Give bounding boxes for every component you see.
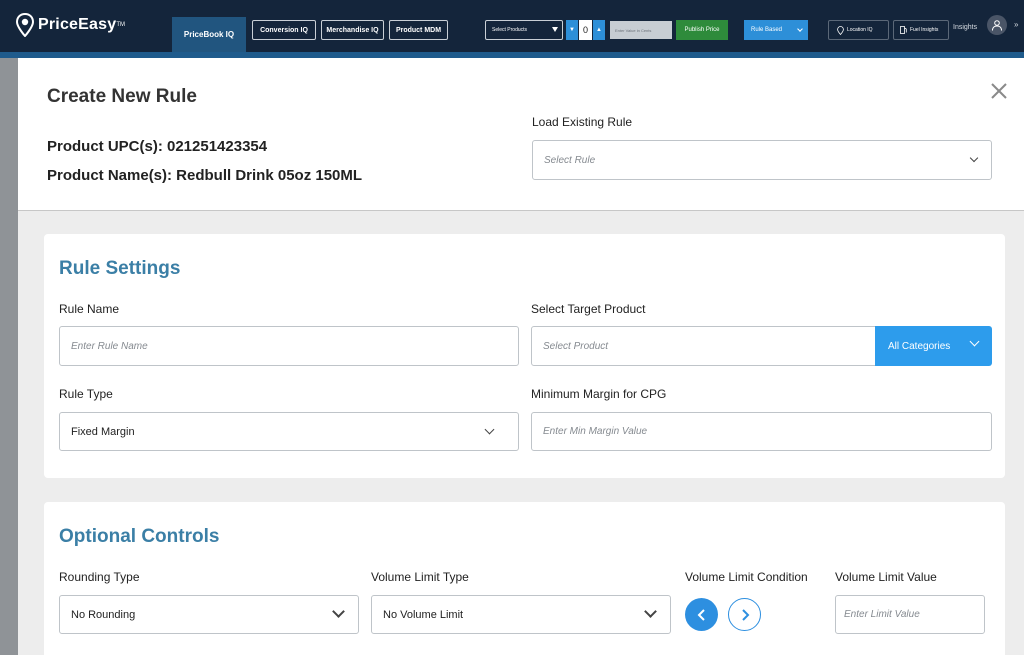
stepper-value[interactable]: 0	[579, 20, 592, 40]
location-pin-icon	[16, 13, 34, 37]
chevron-right-icon	[741, 608, 749, 621]
rule-name-placeholder: Enter Rule Name	[71, 340, 148, 352]
rounding-type-select[interactable]: No Rounding	[59, 595, 359, 634]
stepper-decrement-button[interactable]: ▼	[566, 20, 578, 40]
rule-based-label: Rule Based	[751, 27, 783, 33]
volume-limit-condition-label: Volume Limit Condition	[685, 570, 808, 584]
rule-settings-title: Rule Settings	[59, 258, 181, 279]
chevron-down-icon	[797, 26, 803, 32]
fuel-insights-label: Fuel Insights	[910, 27, 939, 33]
rounding-type-value: No Rounding	[71, 608, 136, 621]
close-icon[interactable]	[990, 82, 1008, 100]
logo-trademark: TM	[116, 22, 125, 28]
rule-settings-card: Rule Settings Rule Name Enter Rule Name …	[44, 234, 1005, 478]
load-existing-rule-placeholder: Select Rule	[544, 154, 596, 166]
target-product-label: Select Target Product	[531, 302, 646, 316]
load-existing-rule-label: Load Existing Rule	[532, 115, 633, 129]
priceeasy-logo[interactable]: PriceEasy TM	[16, 13, 125, 37]
logo-text: PriceEasy	[38, 16, 117, 33]
select-products-dropdown[interactable]: Select Products	[485, 20, 563, 40]
user-avatar[interactable]	[987, 15, 1007, 35]
product-upc-text: Product UPC(s): 021251423354	[47, 138, 268, 155]
all-categories-dropdown[interactable]: All Categories	[875, 326, 992, 366]
volume-limit-type-value: No Volume Limit	[383, 608, 464, 621]
condition-greater-than-button[interactable]	[728, 598, 761, 631]
optional-controls-title: Optional Controls	[59, 526, 220, 547]
chevron-down-icon	[484, 424, 495, 435]
value-cents-input[interactable]: Enter Value in Cents	[610, 21, 672, 39]
rule-name-input[interactable]: Enter Rule Name	[59, 326, 519, 366]
all-categories-label: All Categories	[888, 340, 951, 352]
rule-based-dropdown[interactable]: Rule Based	[744, 20, 808, 40]
volume-limit-type-select[interactable]: No Volume Limit	[371, 595, 671, 634]
chevron-down-icon	[969, 153, 979, 163]
tab-merchandise-iq[interactable]: Merchandise IQ	[321, 20, 384, 40]
tab-pricebook-iq[interactable]: PriceBook IQ	[172, 17, 246, 52]
modal-header: Create New Rule Product UPC(s): 02125142…	[18, 58, 1024, 211]
rule-type-value: Fixed Margin	[71, 425, 135, 438]
tab-conversion-iq[interactable]: Conversion IQ	[252, 20, 316, 40]
publish-price-button[interactable]: Publish Price	[676, 20, 728, 40]
chevron-down-icon	[644, 605, 657, 618]
optional-controls-card: Optional Controls Rounding Type No Round…	[44, 502, 1005, 655]
select-products-label: Select Products	[492, 27, 528, 33]
target-product-input[interactable]: Select Product	[531, 326, 876, 366]
rule-type-select[interactable]: Fixed Margin	[59, 412, 519, 451]
rule-type-label: Rule Type	[59, 387, 113, 401]
volume-limit-value-input[interactable]: Enter Limit Value	[835, 595, 985, 634]
min-margin-input[interactable]: Enter Min Margin Value	[531, 412, 992, 451]
insights-link[interactable]: Insights	[953, 24, 977, 31]
location-pin-icon	[837, 25, 844, 35]
chevron-down-icon	[332, 605, 345, 618]
volume-limit-value-label: Volume Limit Value	[835, 570, 937, 584]
rounding-type-label: Rounding Type	[59, 570, 140, 584]
rule-name-label: Rule Name	[59, 302, 120, 316]
user-icon	[992, 20, 1002, 31]
location-iq-button[interactable]: Location IQ	[828, 20, 889, 40]
tab-product-mdm[interactable]: Product MDM	[389, 20, 448, 40]
caret-down-icon	[552, 27, 558, 32]
target-product-placeholder: Select Product	[543, 340, 609, 352]
chevron-left-icon	[697, 608, 705, 621]
create-rule-modal: Create New Rule Product UPC(s): 02125142…	[18, 58, 1024, 655]
expand-more-icon[interactable]: »	[1014, 20, 1018, 29]
location-iq-label: Location IQ	[847, 27, 873, 33]
volume-limit-type-label: Volume Limit Type	[371, 570, 469, 584]
fuel-insights-button[interactable]: Fuel Insights	[893, 20, 949, 40]
min-margin-placeholder: Enter Min Margin Value	[543, 426, 648, 437]
fuel-pump-icon	[900, 26, 907, 34]
modal-title: Create New Rule	[47, 86, 197, 107]
load-existing-rule-select[interactable]: Select Rule	[532, 140, 992, 180]
top-navigation-bar: PriceEasy TM PriceBook IQ Conversion IQ …	[0, 0, 1024, 52]
stepper-increment-button[interactable]: ▲	[593, 20, 605, 40]
product-name-text: Product Name(s): Redbull Drink 05oz 150M…	[47, 167, 363, 184]
volume-limit-value-placeholder: Enter Limit Value	[844, 609, 920, 620]
min-margin-label: Minimum Margin for CPG	[531, 387, 667, 401]
chevron-down-icon	[969, 336, 980, 347]
condition-less-than-button[interactable]	[685, 598, 718, 631]
